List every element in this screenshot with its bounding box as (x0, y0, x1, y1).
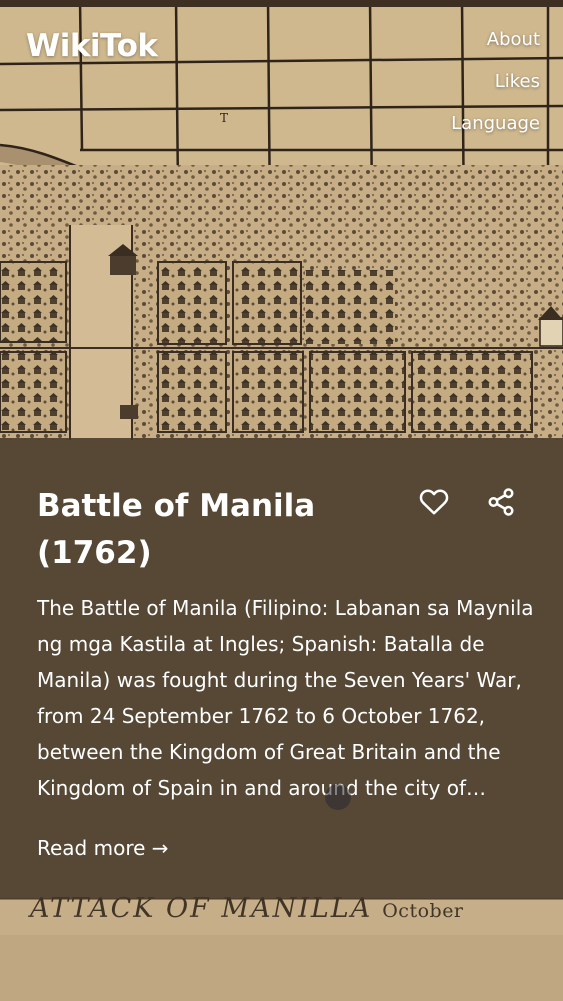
wikitok-logo[interactable]: WikiTok (26, 28, 158, 64)
article-extract: The Battle of Manila (Filipino: Labanan … (37, 596, 534, 800)
top-nav: About Likes Language (451, 28, 540, 135)
nav-about-link[interactable]: About (487, 28, 540, 51)
wikitok-screen: T ATTACK OF MANILLA October WikiTok Abou… (0, 0, 563, 1001)
share-icon (488, 488, 514, 516)
loading-indicator (325, 784, 351, 810)
heart-icon (419, 489, 449, 515)
read-more-link[interactable]: Read more → (37, 833, 169, 863)
like-button[interactable] (416, 484, 452, 520)
share-button[interactable] (483, 484, 519, 520)
svg-text:T: T (220, 111, 228, 125)
article-title: Battle of Manila (1762) (37, 488, 316, 571)
nav-likes-link[interactable]: Likes (495, 70, 540, 93)
map-caption-side: October (382, 900, 464, 922)
nav-language-link[interactable]: Language (451, 112, 540, 135)
top-edge (0, 0, 563, 7)
